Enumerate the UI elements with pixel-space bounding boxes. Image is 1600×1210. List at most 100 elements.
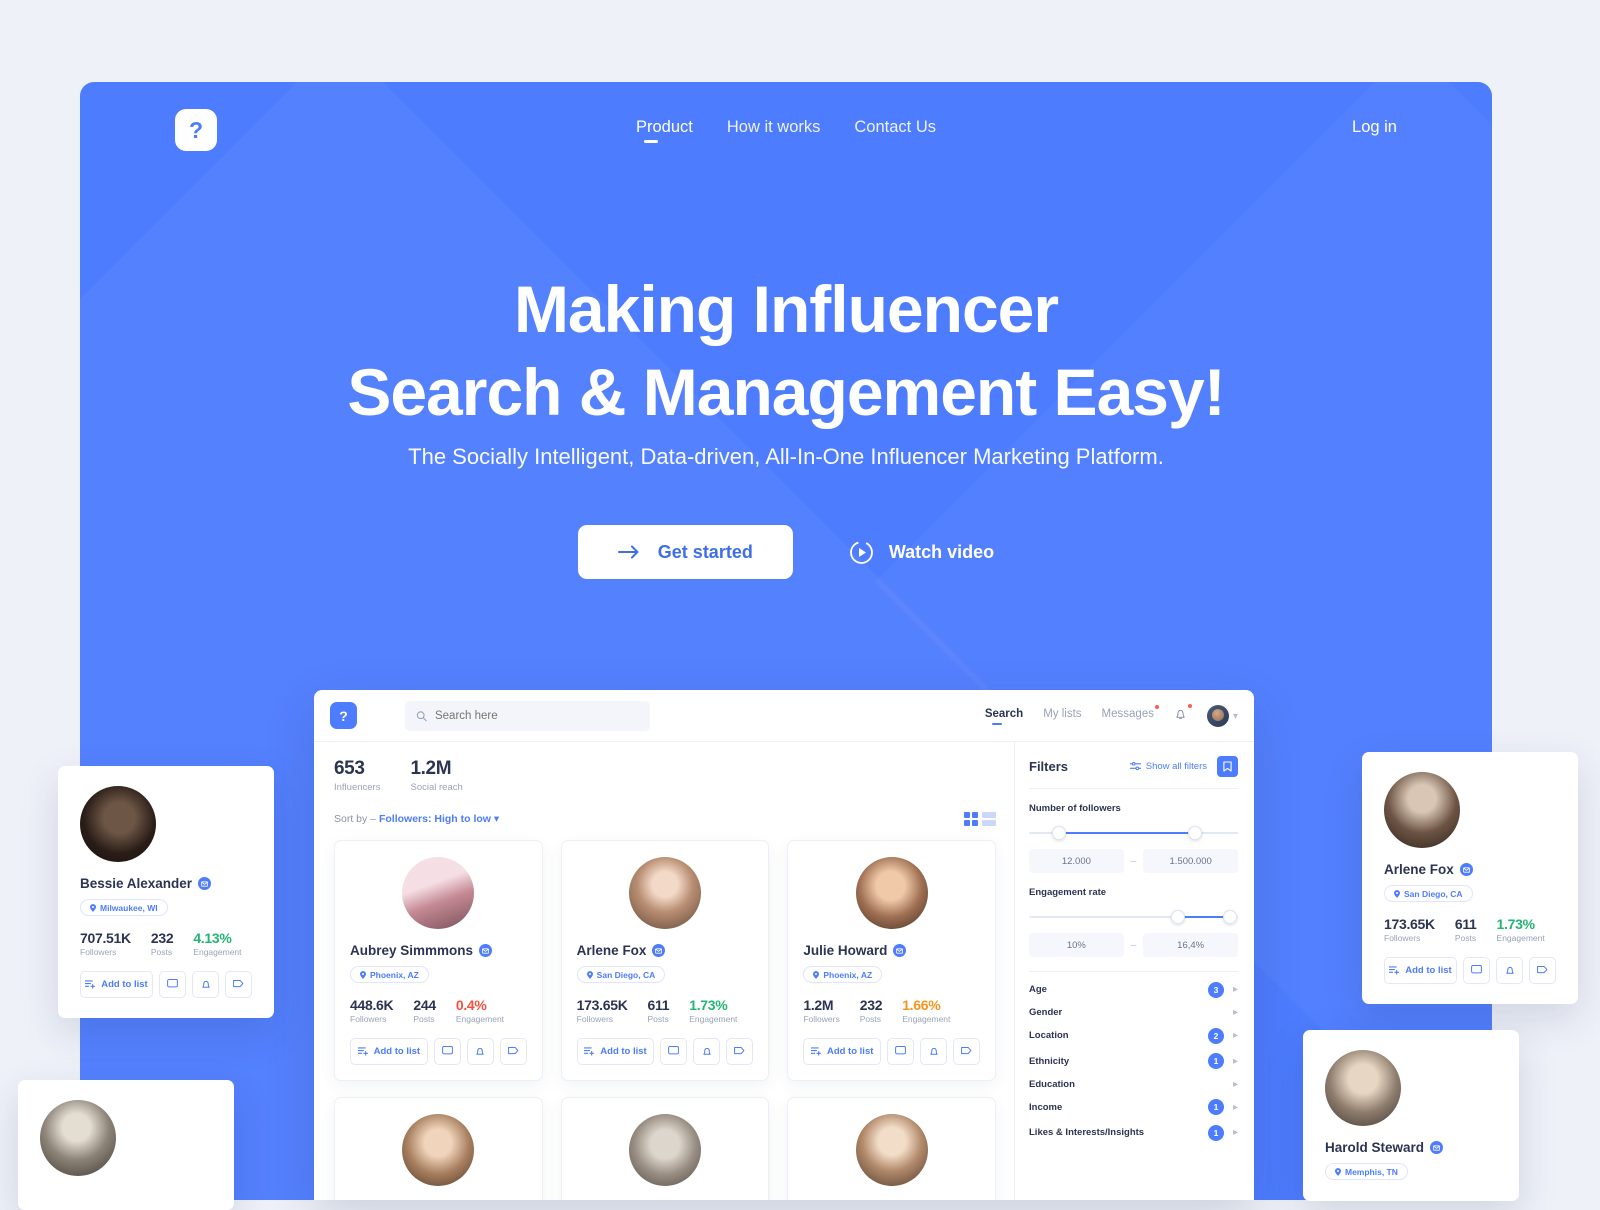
engagement-min-input[interactable]: 10% [1029,933,1124,957]
message-button[interactable] [159,970,186,998]
tag-icon [734,1046,745,1055]
metric-engagement-label: Engagement [455,1013,505,1024]
metric-engagement: 1.66% Engagement [902,997,950,1024]
brand-logo[interactable]: ? [175,109,217,151]
influencer-avatar [629,857,701,929]
engagement-max-input[interactable]: 16,4% [1143,933,1238,957]
nav-item-how-it-works[interactable]: How it works [727,118,821,143]
watch-video-button[interactable]: Watch video [849,540,994,565]
notify-button[interactable] [192,970,219,998]
influencer-card[interactable] [787,1096,997,1200]
slider-knob-min[interactable] [1051,826,1066,840]
influencer-avatar [402,857,475,929]
floating-influencer-card-bessie[interactable]: Bessie Alexander Milwaukee, WI 707.51K F… [58,766,274,1018]
search-icon [416,710,427,721]
filter-row-likes-interests[interactable]: Likes & Interests/Insights 1 ▸ [1029,1115,1238,1141]
chevron-down-icon: ▾ [1232,710,1238,722]
floating-influencer-card-partial[interactable] [18,1080,234,1210]
slider-knob-min[interactable] [1171,910,1186,924]
followers-range-slider[interactable] [1029,825,1238,841]
filter-row-badge: 3 [1207,981,1224,998]
card-actions: Add to list [1384,956,1556,984]
tag-icon [507,1046,519,1055]
stat-influencers-label: Influencers [334,782,381,793]
search-input[interactable] [434,709,639,722]
filter-row-location[interactable]: Location 2 ▸ [1029,1018,1238,1044]
engagement-range-values: 10% – 16,4% [1029,933,1238,957]
metric-posts-value: 232 [859,996,883,1013]
metric-engagement-label: Engagement [1496,932,1545,943]
stat-social-reach-label: Social reach [410,782,463,793]
add-to-list-button[interactable]: Add to list [350,1037,428,1065]
filter-row-income[interactable]: Income 1 ▸ [1029,1090,1238,1115]
filter-row-gender[interactable]: Gender ▸ [1029,998,1238,1018]
show-all-filters-button[interactable]: Show all filters [1129,761,1207,772]
add-to-list-label: Add to list [1405,964,1452,976]
notify-button[interactable] [920,1037,948,1065]
influencer-card[interactable]: Aubrey Simmmons Phoenix, AZ 448.6K Follo… [334,840,543,1081]
metric-posts-label: Posts [647,1013,669,1024]
stat-social-reach: 1.2M Social reach [410,758,462,793]
dashboard-search-box[interactable] [405,700,650,731]
dashboard-logo[interactable]: ? [330,702,357,729]
metric-engagement-value: 1.73% [1496,915,1536,932]
sort-by-value: Followers: High to low [378,813,491,825]
filter-row-education[interactable]: Education ▸ [1029,1069,1238,1090]
tag-button[interactable] [1529,956,1556,984]
add-to-list-button[interactable]: Add to list [576,1037,655,1065]
floating-influencer-card-arlene[interactable]: Arlene Fox San Diego, CA 173.65K Followe… [1362,752,1578,1004]
floating-influencer-card-harold[interactable]: Harold Steward Memphis, TN [1303,1030,1519,1201]
followers-max-input[interactable]: 1.500.000 [1143,849,1238,873]
notify-button[interactable] [466,1037,494,1065]
get-started-button[interactable]: Get started [577,525,793,579]
message-icon [167,979,178,988]
slider-knob-max[interactable] [1223,910,1238,924]
metric-posts: 232 Posts [859,996,883,1024]
followers-min-input[interactable]: 12.000 [1029,849,1124,873]
add-to-list-button[interactable]: Add to list [803,1037,882,1065]
nav-item-contact-us[interactable]: Contact Us [854,118,936,143]
influencer-avatar [1384,772,1460,848]
engagement-range-slider[interactable] [1029,909,1238,925]
influencer-location: Phoenix, AZ [350,966,429,983]
dashboard-tab-search[interactable]: Search [985,708,1023,725]
filter-row-ethnicity[interactable]: Ethnicity 1 ▸ [1029,1044,1238,1069]
filter-row-age[interactable]: Age 3 ▸ [1029,972,1238,998]
tag-button[interactable] [499,1037,527,1065]
message-button[interactable] [1463,956,1490,984]
notify-button[interactable] [1496,956,1523,984]
slider-knob-max[interactable] [1187,826,1202,840]
tag-button[interactable] [225,970,252,998]
list-view-button[interactable] [982,812,996,826]
tag-button[interactable] [953,1037,981,1065]
filter-row-label: Gender [1029,1007,1063,1018]
notify-button[interactable] [693,1037,721,1065]
add-to-list-icon [85,979,96,989]
save-filters-bookmark-button[interactable] [1217,756,1238,777]
dashboard-tab-my-lists[interactable]: My lists [1043,708,1081,724]
hero-cta-group: Get started Watch video [80,525,1492,579]
add-to-list-button[interactable]: Add to list [1384,956,1457,984]
add-to-list-button[interactable]: Add to list [80,970,153,998]
notifications-bell-button[interactable] [1174,703,1192,726]
grid-view-button[interactable] [964,812,978,826]
user-menu[interactable]: ▾ [1206,705,1238,727]
influencer-card[interactable]: Arlene Fox San Diego, CA 173.65K Followe… [560,840,770,1081]
message-button[interactable] [433,1037,461,1065]
influencer-card[interactable] [334,1096,543,1200]
message-button[interactable] [660,1037,688,1065]
influencer-card[interactable] [560,1096,770,1200]
influencer-card[interactable]: Julie Howard Phoenix, AZ 1.2M Followers [787,840,997,1081]
message-button[interactable] [887,1037,915,1065]
location-pin-icon [1394,889,1400,898]
sort-by-control[interactable]: Sort by – Followers: High to low ▾ [334,813,499,825]
metric-followers: 707.51K Followers [80,930,131,957]
login-link[interactable]: Log in [1352,118,1397,137]
sort-by-prefix: Sort by – [334,813,377,825]
tag-button[interactable] [726,1037,754,1065]
influencer-name-row: Arlene Fox [577,943,754,958]
nav-item-product[interactable]: Product [636,118,693,143]
view-toggle [964,812,996,826]
filter-row-badge: 2 [1207,1027,1224,1044]
dashboard-tab-messages[interactable]: Messages [1102,705,1159,724]
